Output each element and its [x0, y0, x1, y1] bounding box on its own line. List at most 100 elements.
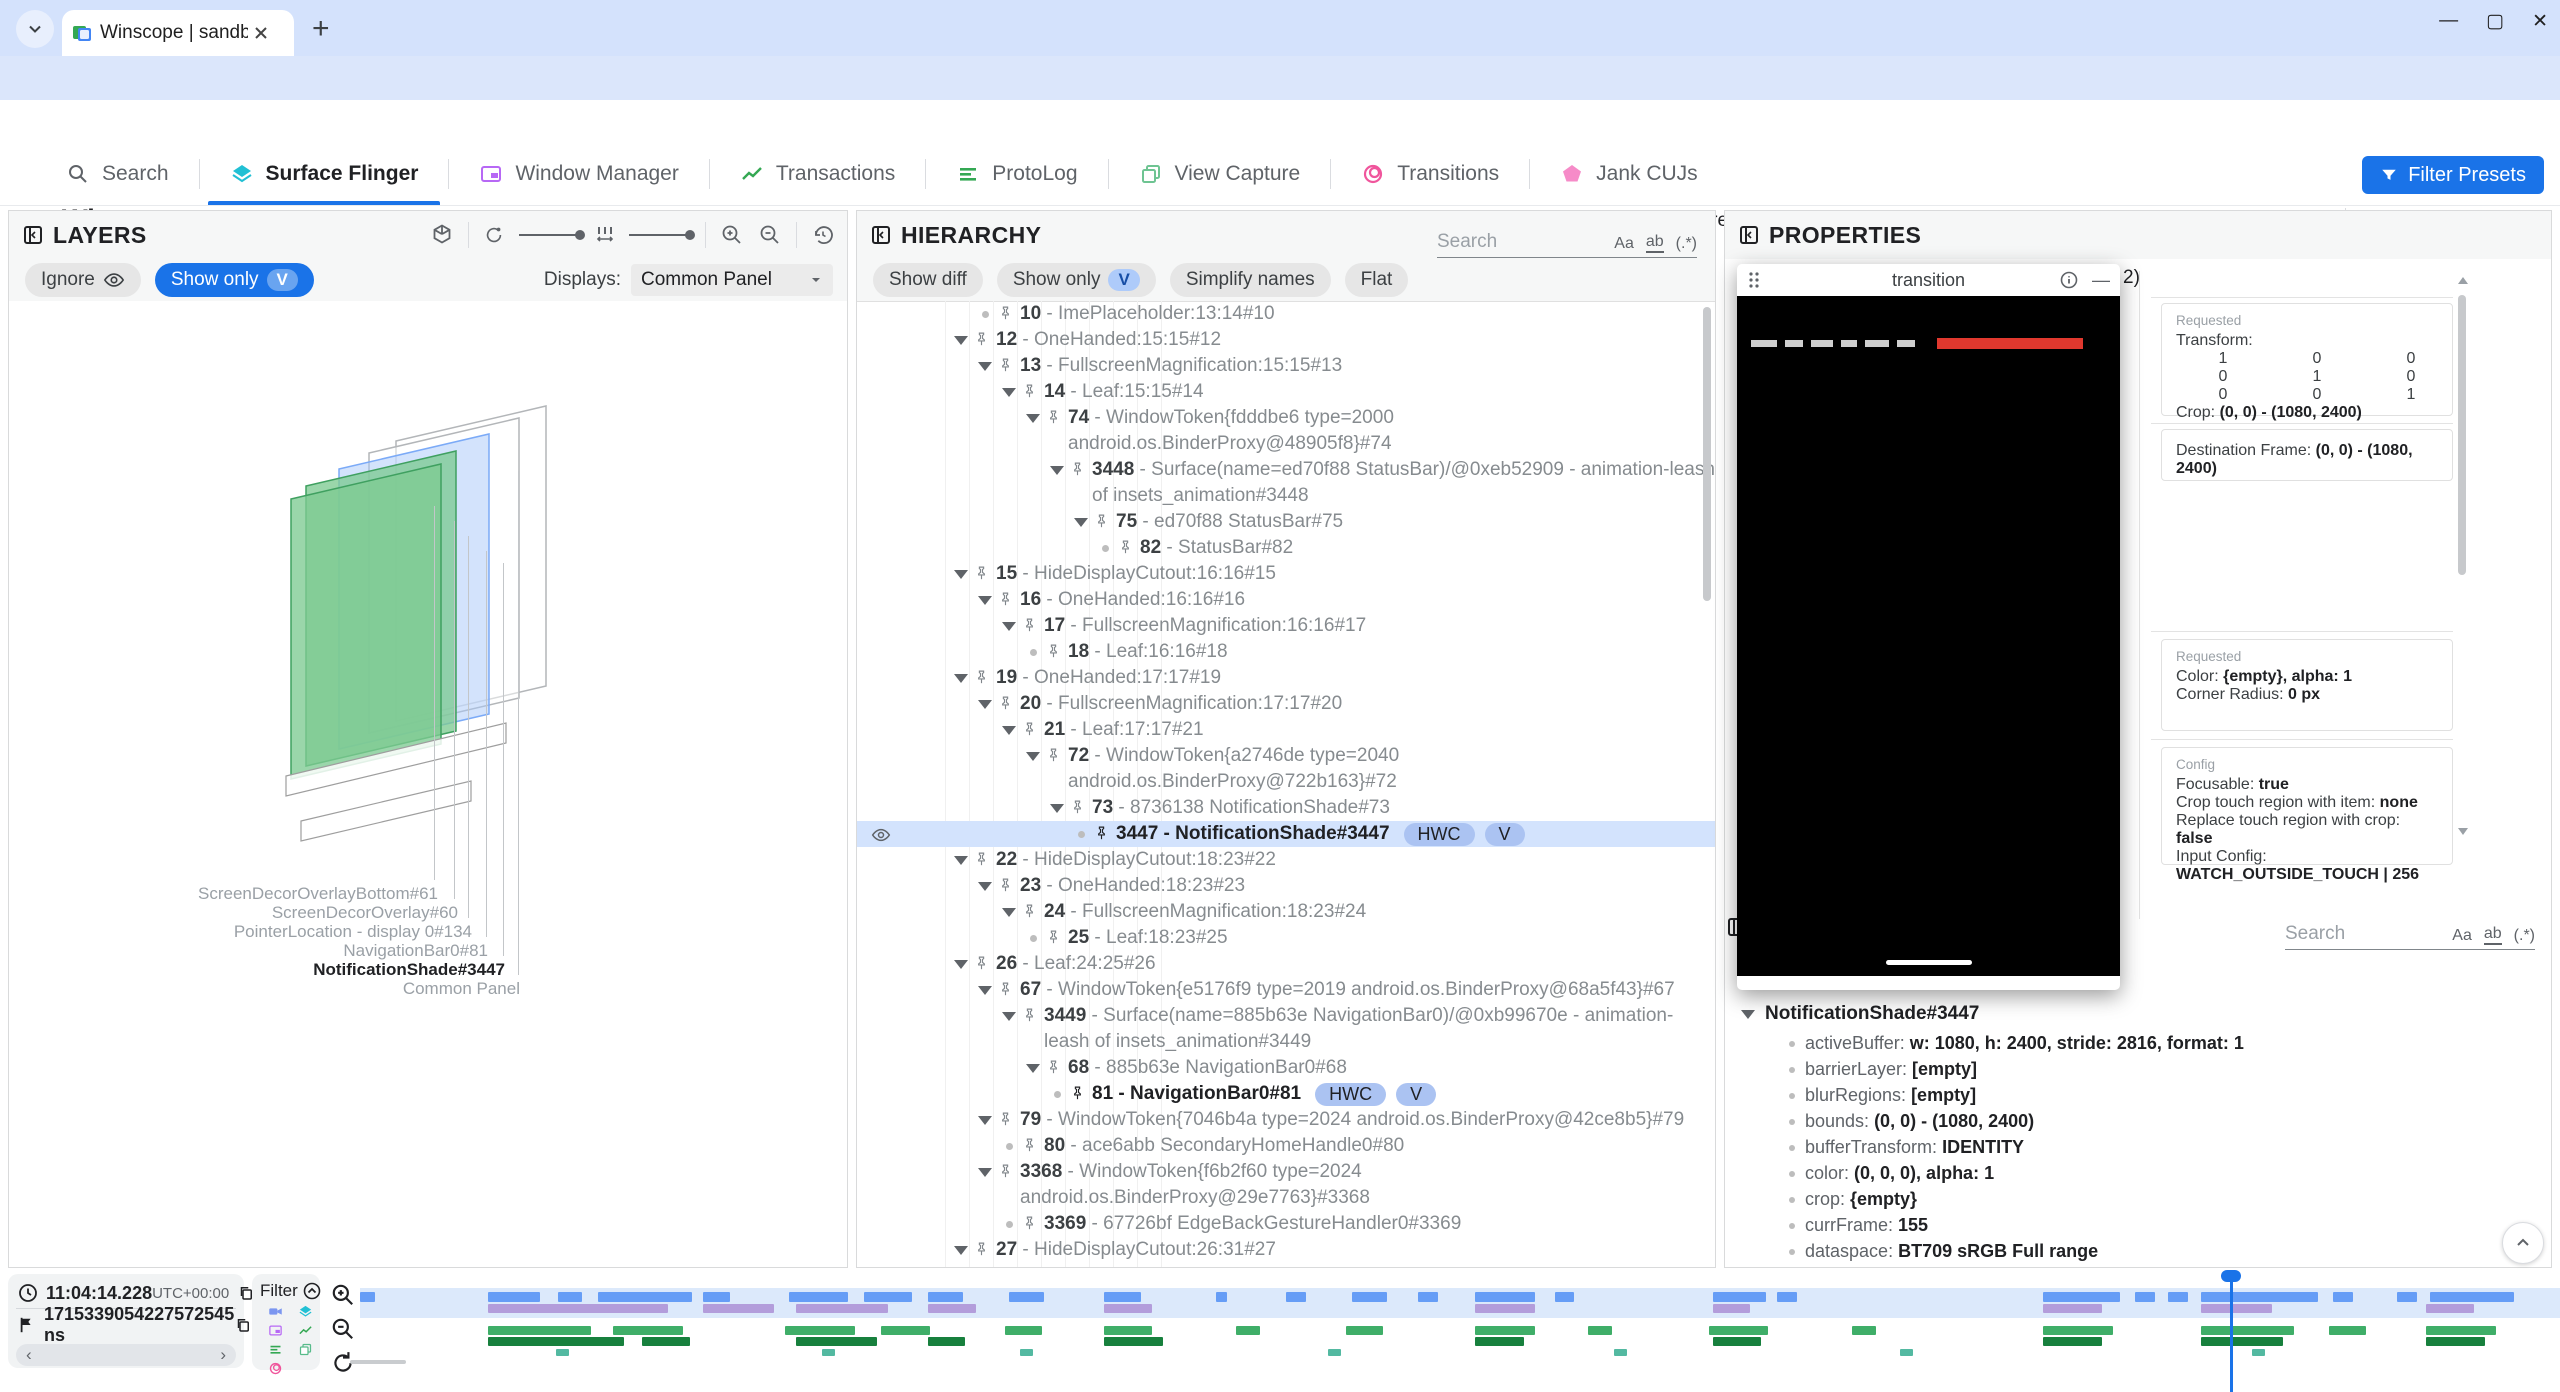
pin-icon[interactable] — [973, 331, 990, 348]
pin-icon[interactable] — [973, 1241, 990, 1258]
tree-node-67[interactable]: 67 - WindowToken{e5176f9 type=2019 andro… — [857, 977, 1715, 1003]
expand-arrow-icon[interactable] — [973, 1159, 997, 1177]
pin-icon[interactable] — [1045, 643, 1062, 660]
scroll-up-arrow[interactable] — [2457, 275, 2469, 285]
tree-node-3369[interactable]: 3369 - 67726bf EdgeBackGestureHandler0#3… — [857, 1211, 1715, 1237]
transition-window-titlebar[interactable]: transition — — [1737, 264, 2120, 296]
pin-icon[interactable] — [1021, 1007, 1038, 1024]
pin-icon[interactable] — [1021, 903, 1038, 920]
expand-arrow-icon[interactable] — [1021, 405, 1045, 423]
tab-surface-flinger[interactable]: Surface Flinger — [200, 142, 449, 205]
tree-node-3447[interactable]: 3447 - NotificationShade#3447HWCV — [857, 821, 1715, 847]
pin-icon[interactable] — [1069, 461, 1086, 478]
pin-icon[interactable] — [1045, 1059, 1062, 1076]
property-row-barrierLayer[interactable]: barrierLayer: [empty] — [1789, 1059, 1977, 1080]
pin-icon[interactable] — [997, 1163, 1014, 1180]
tree-node-22[interactable]: 22 - HideDisplayCutout:18:23#22 — [857, 847, 1715, 873]
properties-scrollbar[interactable] — [2458, 295, 2466, 575]
filter-collapse-icon[interactable] — [303, 1282, 321, 1300]
show-diff-toggle[interactable]: Show diff — [873, 263, 983, 297]
filter-presets-button[interactable]: Filter Presets — [2362, 156, 2544, 194]
scroll-left-icon[interactable]: ‹ — [26, 1345, 32, 1365]
expand-arrow-icon[interactable] — [949, 847, 973, 865]
tree-node-12[interactable]: 12 - OneHanded:15:15#12 — [857, 327, 1715, 353]
tree-node-25[interactable]: 25 - Leaf:18:23#25 — [857, 925, 1715, 951]
browser-tab[interactable]: Winscope | sandbox-FAI — [62, 10, 294, 56]
pin-icon[interactable] — [1069, 1085, 1086, 1102]
tree-node-68[interactable]: 68 - 885b63e NavigationBar0#68 — [857, 1055, 1715, 1081]
expand-arrow-icon[interactable] — [973, 353, 997, 371]
layer-label[interactable]: NotificationShade#3447 — [313, 960, 505, 980]
expand-arrow-icon[interactable] — [1045, 457, 1069, 475]
info-icon[interactable] — [2060, 271, 2078, 289]
regex-icon[interactable]: (.*) — [2514, 927, 2535, 945]
tree-node-15[interactable]: 15 - HideDisplayCutout:16:16#15 — [857, 561, 1715, 587]
tree-node-19[interactable]: 19 - OneHanded:17:17#19 — [857, 665, 1715, 691]
pin-icon[interactable] — [1093, 513, 1110, 530]
pin-icon[interactable] — [1117, 539, 1134, 556]
displays-select[interactable]: Common Panel — [631, 264, 833, 296]
simplify-names-toggle[interactable]: Simplify names — [1170, 263, 1331, 297]
pin-icon[interactable] — [1021, 721, 1038, 738]
pin-icon[interactable] — [973, 565, 990, 582]
copy-ns-icon[interactable] — [234, 1316, 252, 1334]
property-row-dataspace[interactable]: dataspace: BT709 sRGB Full range — [1789, 1241, 2098, 1262]
window-maximize-icon[interactable]: ▢ — [2486, 10, 2504, 33]
expand-arrow-icon[interactable] — [973, 1107, 997, 1125]
tree-node-17[interactable]: 17 - FullscreenMagnification:16:16#17 — [857, 613, 1715, 639]
timeline-tracks[interactable] — [360, 1270, 2560, 1392]
tree-node-72[interactable]: 72 - WindowToken{a2746de type=2040 andro… — [857, 743, 1715, 795]
property-row-bufferTransform[interactable]: bufferTransform: IDENTITY — [1789, 1137, 2024, 1158]
expand-arrow-icon[interactable] — [997, 1003, 1021, 1021]
expand-arrow-icon[interactable] — [1021, 743, 1045, 761]
pin-icon[interactable] — [973, 955, 990, 972]
hierarchy-scrollbar[interactable] — [1703, 307, 1711, 601]
rotation-icon[interactable] — [483, 224, 505, 246]
new-tab-button[interactable]: + — [312, 12, 330, 46]
pin-icon[interactable] — [973, 851, 990, 868]
expand-arrow-icon[interactable] — [1069, 509, 1093, 527]
expand-arrow-icon[interactable] — [949, 1237, 973, 1255]
pin-icon[interactable] — [1045, 929, 1062, 946]
expand-arrow-icon[interactable] — [973, 1263, 997, 1267]
show-only-v-toggle[interactable]: Show only V — [155, 263, 314, 297]
tree-node-3368[interactable]: 3368 - WindowToken{f6b2f60 type=2024 and… — [857, 1159, 1715, 1211]
regex-icon[interactable]: (.*) — [1676, 235, 1697, 253]
tab-transactions[interactable]: Transactions — [710, 142, 925, 205]
window-minimize-icon[interactable]: — — [2439, 10, 2458, 33]
property-row-activeBuffer[interactable]: activeBuffer: w: 1080, h: 2400, stride: … — [1789, 1033, 2244, 1054]
tree-node-20[interactable]: 20 - FullscreenMagnification:17:17#20 — [857, 691, 1715, 717]
tree-node-23[interactable]: 23 - OneHanded:18:23#23 — [857, 873, 1715, 899]
tree-node-27[interactable]: 27 - HideDisplayCutout:26:31#27 — [857, 1237, 1715, 1263]
pin-icon[interactable] — [1045, 409, 1062, 426]
timeline-scroll-control[interactable]: ‹ › — [16, 1344, 236, 1366]
spacing-slider[interactable] — [629, 234, 691, 236]
tab-search[interactable]: Search — [36, 142, 199, 205]
match-case-icon[interactable]: Aa — [1614, 235, 1634, 253]
show-only-v-toggle[interactable]: Show only V — [997, 263, 1156, 297]
property-row-blurRegions[interactable]: blurRegions: [empty] — [1789, 1085, 1976, 1106]
expand-arrow-icon[interactable] — [973, 873, 997, 891]
chart-filter-icon[interactable] — [298, 1323, 313, 1338]
layer-label[interactable]: ScreenDecorOverlayBottom#61 — [198, 884, 438, 904]
panel-collapse-icon[interactable] — [871, 225, 891, 245]
pin-icon[interactable] — [973, 669, 990, 686]
expand-arrow-icon[interactable] — [1021, 1055, 1045, 1073]
expand-arrow-icon[interactable] — [973, 587, 997, 605]
expand-arrow-icon[interactable] — [1045, 795, 1069, 813]
tree-node-24[interactable]: 24 - FullscreenMagnification:18:23#24 — [857, 899, 1715, 925]
human-timestamp[interactable]: 11:04:14.228 — [46, 1283, 152, 1304]
tree-node-26[interactable]: 26 - Leaf:24:25#26 — [857, 951, 1715, 977]
tab-protolog[interactable]: ProtoLog — [926, 142, 1107, 205]
property-row-color[interactable]: color: (0, 0, 0), alpha: 1 — [1789, 1163, 1994, 1184]
match-case-icon[interactable]: Aa — [2452, 927, 2472, 945]
expand-arrow-icon[interactable] — [973, 977, 997, 995]
tree-node-21[interactable]: 21 - Leaf:17:17#21 — [857, 717, 1715, 743]
pin-icon[interactable] — [997, 591, 1014, 608]
tree-node-14[interactable]: 14 - Leaf:15:15#14 — [857, 379, 1715, 405]
tree-node-16[interactable]: 16 - OneHanded:16:16#16 — [857, 587, 1715, 613]
tree-node-74[interactable]: 74 - WindowToken{fdddbe6 type=2000 andro… — [857, 405, 1715, 457]
ignore-toggle[interactable]: Ignore — [25, 263, 141, 297]
tab-search-chevron-icon[interactable] — [16, 10, 54, 48]
expand-arrow-icon[interactable] — [997, 379, 1021, 397]
